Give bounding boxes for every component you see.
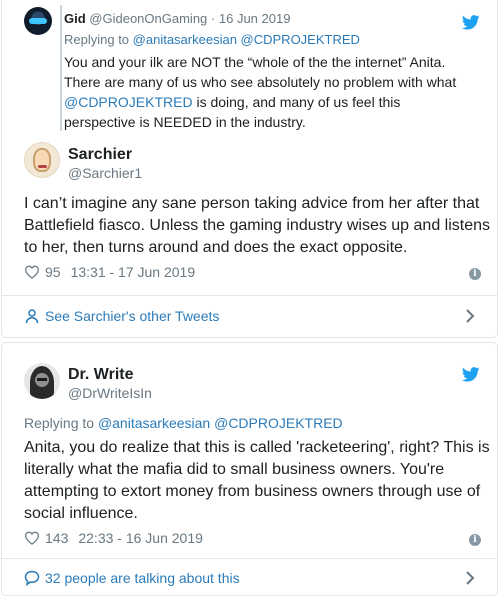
person-icon	[24, 308, 40, 324]
replying-handles-link[interactable]: @anitasarkeesian @CDPROJEKTRED	[133, 32, 360, 47]
author-handle[interactable]: @Sarchier1	[68, 165, 142, 181]
tweet-text: Anita, you do realize that this is calle…	[24, 439, 490, 522]
see-other-tweets-link[interactable]: See Sarchier's other Tweets	[2, 296, 497, 336]
avatar[interactable]	[24, 363, 60, 399]
heart-icon[interactable]	[24, 531, 40, 545]
replying-prefix: Replying to	[64, 32, 130, 47]
footer-label[interactable]: See Sarchier's other Tweets	[45, 308, 219, 324]
comment-icon	[24, 570, 40, 587]
tweet-card-drwrite: Dr. Write @DrWriteIsIn Replying to @anit…	[1, 342, 498, 596]
tweet-meta: 143 22:33 - 16 Jun 2019	[24, 530, 203, 546]
mention-link[interactable]: @CDPROJEKTRED	[64, 94, 193, 110]
tweet-meta: 95 13:31 - 17 Jun 2019	[24, 264, 195, 280]
chevron-right-icon[interactable]	[465, 570, 475, 586]
quoted-tweet-header: Gid @GideonOnGaming · 16 Jun 2019	[64, 11, 290, 26]
footer-label[interactable]: 32 people are talking about this	[45, 570, 240, 586]
author-name[interactable]: Sarchier	[68, 146, 132, 164]
author-handle[interactable]: @GideonOnGaming	[89, 11, 207, 26]
quoted-text-part-1: You and your ilk are NOT the “whole of t…	[64, 54, 457, 90]
tweet-text: I can’t imagine any sane person taking a…	[24, 195, 491, 256]
tweet-date[interactable]: 16 Jun 2019	[219, 11, 291, 26]
separator: ·	[210, 11, 216, 26]
people-talking-link[interactable]: 32 people are talking about this	[2, 558, 497, 595]
quoted-tweet-text: You and your ilk are NOT the “whole of t…	[64, 52, 469, 132]
info-icon[interactable]: i	[469, 268, 481, 280]
tweet-timestamp[interactable]: 22:33 - 16 Jun 2019	[78, 530, 203, 546]
avatar[interactable]	[24, 7, 52, 35]
tweet-card-sarchier: Gid @GideonOnGaming · 16 Jun 2019 Replyi…	[1, 0, 498, 338]
chevron-right-icon[interactable]	[465, 308, 475, 324]
like-count[interactable]: 143	[45, 530, 68, 546]
like-count[interactable]: 95	[45, 264, 61, 280]
twitter-bird-icon[interactable]	[462, 367, 480, 382]
heart-icon[interactable]	[24, 265, 40, 279]
quoted-tweet[interactable]: Gid @GideonOnGaming · 16 Jun 2019 Replyi…	[24, 1, 472, 135]
replying-handles-link[interactable]: @anitasarkeesian @CDPROJEKTRED	[98, 415, 343, 431]
replying-to: Replying to @anitasarkeesian @CDPROJEKTR…	[64, 32, 360, 47]
author-name[interactable]: Gid	[64, 11, 86, 26]
thread-line	[60, 5, 62, 131]
info-icon[interactable]: i	[469, 534, 481, 546]
replying-prefix: Replying to	[24, 415, 95, 431]
avatar[interactable]	[24, 142, 60, 178]
replying-to: Replying to @anitasarkeesian @CDPROJEKTR…	[24, 415, 343, 431]
author-handle[interactable]: @DrWriteIsIn	[68, 385, 152, 401]
author-name[interactable]: Dr. Write	[68, 366, 134, 384]
tweet-timestamp[interactable]: 13:31 - 17 Jun 2019	[71, 264, 196, 280]
